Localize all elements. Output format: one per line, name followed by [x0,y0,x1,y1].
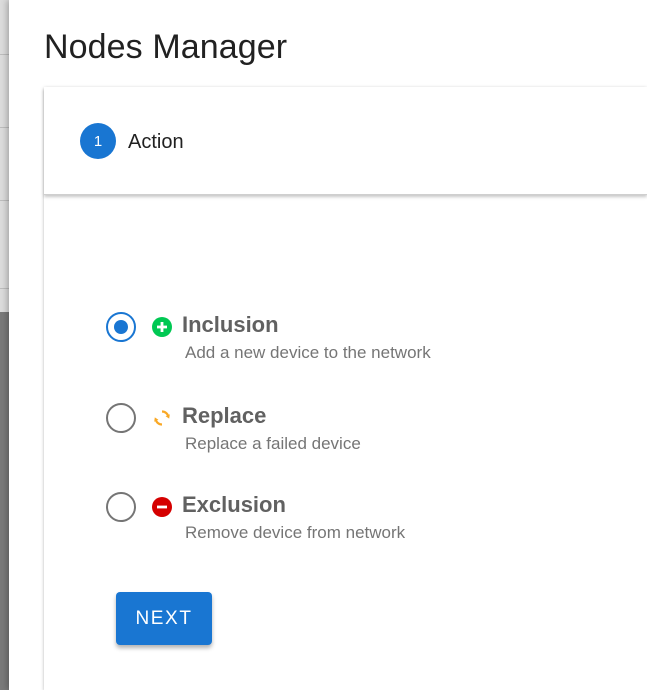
option-inclusion[interactable]: Inclusion Add a new device to the networ… [106,312,606,372]
stepper-header: 1 Action [44,87,647,195]
minus-circle-icon [152,497,172,517]
option-title: Exclusion [182,492,286,517]
stepper: 1 Action Inclusion Add a new device to t… [44,87,647,690]
plus-circle-icon [152,317,172,337]
refresh-icon [154,410,170,426]
radio-replace[interactable] [106,403,136,433]
option-replace[interactable]: Replace Replace a failed device [106,403,606,463]
next-button[interactable]: NEXT [116,592,212,645]
dialog-title: Nodes Manager [44,28,288,66]
step-label-action[interactable]: Action [128,131,184,154]
radio-exclusion[interactable] [106,492,136,522]
option-title: Inclusion [182,312,279,337]
step-number-badge[interactable]: 1 [80,123,116,159]
option-description: Remove device from network [185,523,406,542]
radio-inclusion[interactable] [106,312,136,342]
nodes-manager-dialog: Nodes Manager 1 Action Inclusion Add a n… [9,0,647,690]
option-description: Add a new device to the network [185,343,431,362]
option-exclusion[interactable]: Exclusion Remove device from network [106,492,606,552]
option-title: Replace [182,403,267,428]
option-description: Replace a failed device [185,434,361,453]
